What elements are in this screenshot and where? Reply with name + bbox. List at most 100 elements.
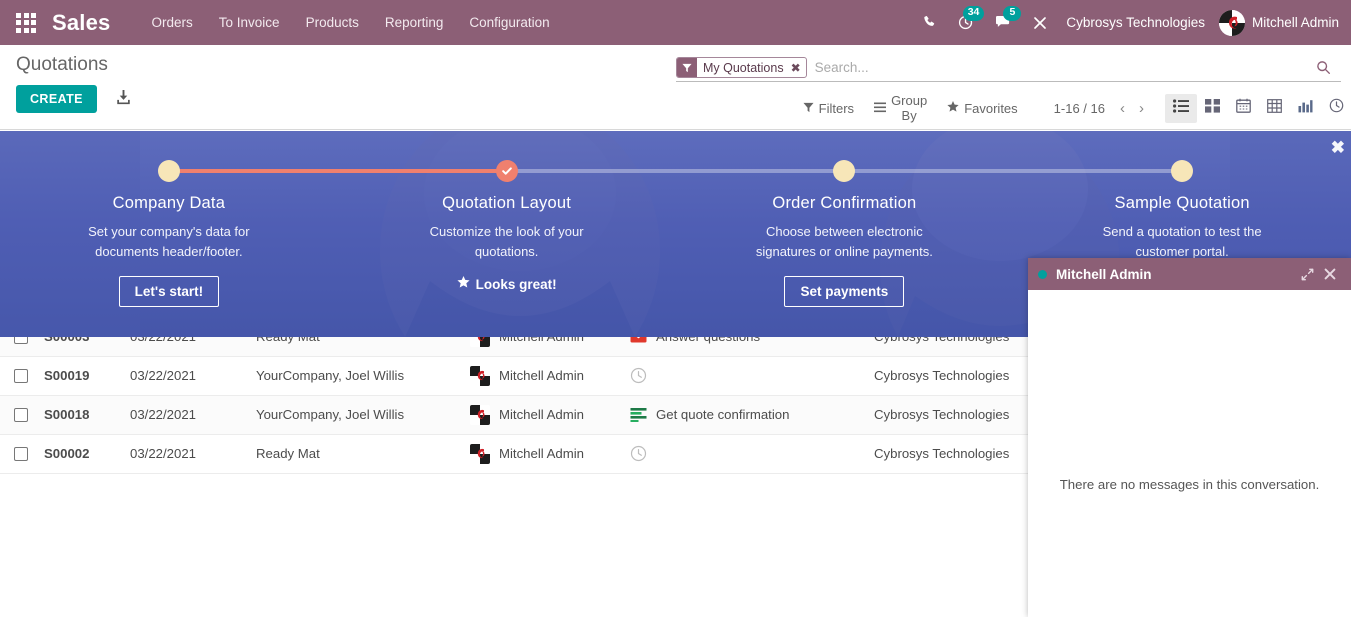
check-icon	[501, 165, 513, 177]
filters-label: Filters	[818, 100, 855, 116]
row-select-cell	[0, 395, 36, 435]
pivot-view-icon	[1267, 98, 1282, 118]
step-title: Quotation Layout	[442, 194, 572, 212]
app-brand-sales[interactable]: Sales	[52, 10, 139, 36]
navbar-right-section: 34 5 Cybrosys Technologies Mitchell Admi…	[913, 0, 1351, 45]
step-description: Send a quotation to test the customer po…	[1102, 224, 1262, 259]
search-facet-my-quotations[interactable]: My Quotations ✖	[676, 57, 807, 78]
step-description: Set your company's data for documents he…	[88, 224, 250, 259]
close-icon[interactable]: ✖	[789, 58, 806, 77]
apps-menu-toggle[interactable]	[0, 12, 52, 33]
menu-configuration[interactable]: Configuration	[456, 0, 562, 45]
import-records-button[interactable]	[107, 85, 140, 113]
step-progress-1	[0, 160, 507, 182]
bug-tools-icon	[1032, 15, 1048, 31]
activities-count-badge: 34	[962, 6, 985, 21]
user-menu[interactable]: Mitchell Admin	[1218, 9, 1345, 36]
clock-gray-icon[interactable]	[630, 445, 647, 462]
view-switcher-activity[interactable]	[1321, 93, 1351, 123]
cell-company: Cybrosys Technologies	[866, 434, 1046, 474]
step-dot-pending[interactable]	[157, 160, 180, 182]
salesperson-name: Mitchell Admin	[499, 446, 585, 462]
create-button[interactable]: CREATE	[16, 85, 97, 113]
row-select-cell	[0, 434, 36, 474]
filters-dropdown[interactable]: Filters	[793, 97, 864, 120]
cybrosys-logo-icon	[470, 365, 490, 386]
row-select-cell	[0, 356, 36, 396]
step-progress-2	[338, 160, 845, 182]
list-lines-icon	[874, 101, 887, 116]
step-dot-done[interactable]	[495, 160, 518, 182]
group-by-dropdown[interactable]: Group By	[864, 89, 937, 127]
cell-order-date: 03/22/2021	[122, 395, 248, 435]
cell-salesperson: Mitchell Admin	[462, 434, 622, 474]
kanban-view-icon	[1205, 98, 1220, 118]
cybrosys-logo-icon	[470, 443, 490, 464]
cell-number: S00002	[36, 434, 122, 474]
apps-grid-icon	[16, 12, 36, 33]
view-switcher-calendar[interactable]	[1228, 93, 1259, 123]
menu-products[interactable]: Products	[293, 0, 372, 45]
online-status-icon	[1038, 269, 1047, 279]
set-payments-button[interactable]: Set payments	[784, 276, 905, 307]
chat-window-title: Mitchell Admin	[1056, 266, 1152, 282]
view-switcher-graph[interactable]	[1290, 94, 1321, 123]
user-name-label: Mitchell Admin	[1251, 15, 1339, 30]
salesperson-name: Mitchell Admin	[499, 407, 585, 423]
search-input[interactable]	[806, 60, 1312, 75]
expand-icon[interactable]	[1296, 268, 1319, 281]
cell-next-activity	[622, 356, 866, 396]
view-switcher-list[interactable]	[1165, 93, 1197, 123]
menu-to-invoice[interactable]: To Invoice	[206, 0, 293, 45]
pager-value: 1-16 / 16	[1053, 100, 1105, 116]
cell-next-activity	[622, 434, 866, 474]
banner-close-button[interactable]: ✖	[1331, 139, 1345, 156]
view-switcher-pivot[interactable]	[1259, 94, 1290, 123]
activity-label: Get quote confirmation	[656, 407, 790, 423]
cell-order-date: 03/22/2021	[122, 356, 248, 396]
messages-count-badge: 5	[1003, 6, 1022, 21]
phone-button[interactable]	[913, 0, 948, 45]
activities-button[interactable]: 34	[948, 0, 985, 45]
chat-window-body: There are no messages in this conversati…	[1028, 290, 1351, 617]
onboarding-step-quotation-layout: Quotation Layout Customize the look of y…	[338, 160, 845, 307]
row-checkbox[interactable]	[14, 408, 28, 423]
graph-view-icon	[1298, 99, 1313, 118]
chat-window-header[interactable]: Mitchell Admin	[1028, 258, 1351, 290]
step-dot-pending[interactable]	[833, 160, 856, 182]
star-icon	[947, 100, 959, 116]
step-description: Choose between electronic signatures or …	[755, 224, 933, 259]
salesperson-avatar	[470, 443, 490, 464]
lets-start-button[interactable]: Let's start!	[118, 276, 220, 307]
filter-funnel-icon	[677, 58, 697, 77]
todo-list-green-icon[interactable]	[630, 406, 647, 423]
cell-next-activity: Get quote confirmation	[622, 395, 866, 435]
cell-order-date: 03/22/2021	[122, 434, 248, 474]
search-icon[interactable]	[1312, 60, 1341, 75]
pager-previous-button[interactable]: ‹	[1113, 99, 1132, 118]
row-checkbox[interactable]	[14, 447, 28, 462]
clock-gray-icon[interactable]	[630, 367, 647, 384]
menu-orders[interactable]: Orders	[139, 0, 206, 45]
cell-company: Cybrosys Technologies	[866, 356, 1046, 396]
step-title: Order Confirmation	[772, 194, 917, 212]
onboarding-step-order-confirmation: Order Confirmation Choose between electr…	[676, 160, 1183, 307]
step-progress-4	[1013, 160, 1351, 182]
control-panel-right: My Quotations ✖ Filters	[676, 45, 1351, 123]
pager-next-button[interactable]: ›	[1132, 99, 1151, 118]
favorites-dropdown[interactable]: Favorites	[937, 97, 1027, 120]
step-progress-3	[676, 160, 1183, 182]
company-switcher[interactable]: Cybrosys Technologies	[1058, 15, 1219, 30]
messages-button[interactable]: 5	[985, 0, 1022, 45]
top-navbar: Sales Orders To Invoice Products Reporti…	[0, 0, 1351, 45]
looks-great-status[interactable]: Looks great!	[457, 276, 557, 292]
step-action: Let's start!	[0, 276, 338, 307]
row-checkbox[interactable]	[14, 369, 28, 384]
developer-tools-button[interactable]	[1022, 0, 1058, 45]
step-dot-pending[interactable]	[1171, 160, 1194, 182]
menu-reporting[interactable]: Reporting	[372, 0, 457, 45]
close-icon[interactable]	[1319, 268, 1341, 280]
view-switcher-kanban[interactable]	[1197, 94, 1228, 123]
control-panel: Quotations CREATE My Quotations ✖ Search…	[0, 45, 1351, 130]
cell-salesperson: Mitchell Admin	[462, 395, 622, 435]
